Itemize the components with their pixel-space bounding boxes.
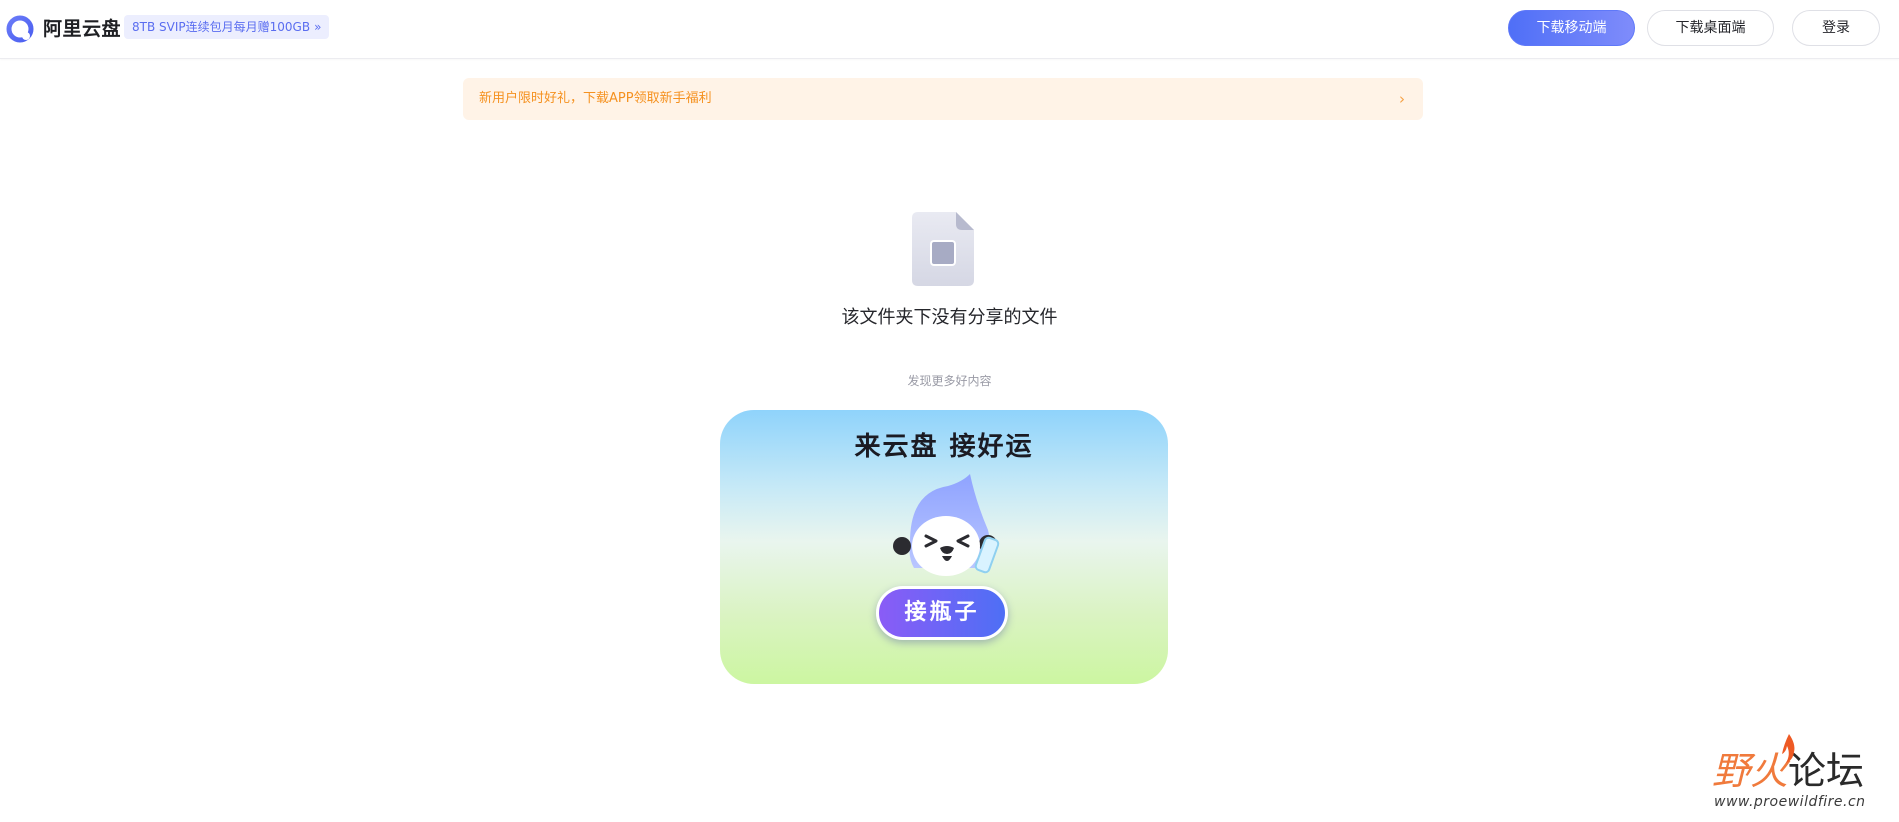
watermark-title-a: 野火 bbox=[1712, 749, 1789, 793]
watermark-url: www.proewildfire.cn bbox=[1714, 794, 1866, 810]
double-chevron-right-icon: » bbox=[314, 20, 322, 34]
download-mobile-button[interactable]: 下载移动端 bbox=[1508, 10, 1635, 46]
new-user-notice-bar[interactable]: 新用户限时好礼，下载APP领取新手福利 › bbox=[463, 78, 1423, 120]
flame-icon bbox=[1782, 734, 1795, 763]
top-header: 阿里云盘 8TB SVIP连续包月每月赠100GB» 下载移动端 下载桌面端 登… bbox=[0, 0, 1899, 59]
svip-promo-badge[interactable]: 8TB SVIP连续包月每月赠100GB» bbox=[124, 15, 330, 39]
svip-promo-text: 8TB SVIP连续包月每月赠100GB bbox=[132, 20, 311, 34]
lucky-bottle-banner[interactable]: 来云盘 接好运 接瓶子 bbox=[720, 410, 1168, 684]
download-desktop-button[interactable]: 下载桌面端 bbox=[1647, 10, 1774, 46]
empty-file-icon bbox=[912, 212, 974, 286]
notice-text: 新用户限时好礼，下载APP领取新手福利 bbox=[479, 91, 712, 106]
proewildfire-watermark: 野火论坛 www.proewildfire.cn bbox=[1712, 734, 1882, 818]
discover-more-label: 发现更多好内容 bbox=[907, 374, 992, 388]
brand-name[interactable]: 阿里云盘 bbox=[43, 14, 121, 41]
aliyun-drive-logo-icon[interactable] bbox=[6, 15, 34, 43]
catch-bottle-button[interactable]: 接瓶子 bbox=[876, 586, 1008, 640]
chevron-right-icon: › bbox=[1399, 90, 1405, 108]
empty-folder-message: 该文件夹下没有分享的文件 bbox=[841, 307, 1058, 328]
login-button[interactable]: 登录 bbox=[1792, 10, 1880, 46]
banner-title: 来云盘 接好运 bbox=[854, 432, 1034, 462]
